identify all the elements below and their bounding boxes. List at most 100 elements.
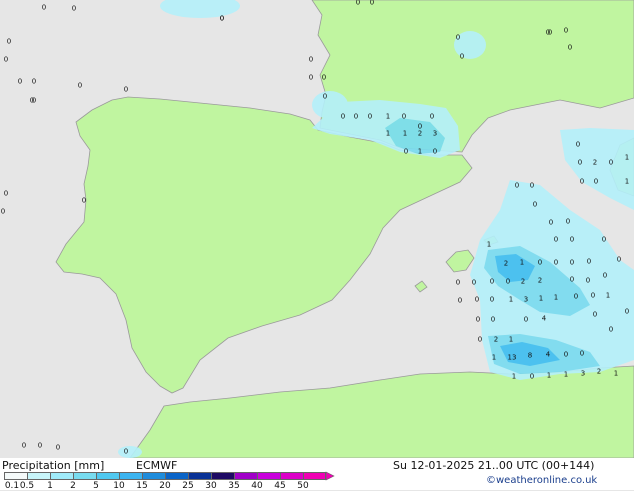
value-label: 0: [569, 258, 575, 267]
value-label: 0: [340, 112, 346, 121]
value-label: 1: [553, 293, 559, 302]
value-label: 0: [401, 112, 407, 121]
value-label: 0: [41, 3, 47, 12]
value-label: 2: [417, 129, 423, 138]
legend-swatch: [257, 472, 280, 480]
value-label: 0: [0, 207, 6, 216]
value-label: 0: [3, 55, 9, 64]
legend-swatch: [165, 472, 188, 480]
value-label: 0: [455, 33, 461, 42]
legend-color-bar: [4, 472, 326, 480]
value-label: 0: [579, 349, 585, 358]
value-label: 2: [493, 335, 499, 344]
value-label: 0: [475, 315, 481, 324]
value-label: 0: [3, 189, 9, 198]
value-label: 0: [586, 257, 592, 266]
value-label: 0: [429, 112, 435, 121]
legend-swatch: [73, 472, 96, 480]
value-label: 1: [538, 294, 544, 303]
precipitation-map: 0 0 0 0 0 0 0 0 0 0 0 0 0 0 0 0 0 0 0 0 …: [0, 0, 634, 458]
value-label: 0: [474, 295, 480, 304]
value-label: 8: [527, 351, 533, 360]
value-label: 0: [403, 147, 409, 156]
value-label: 0: [532, 200, 538, 209]
value-label: 0: [608, 158, 614, 167]
model-name: ECMWF: [136, 459, 178, 472]
value-label: 0: [489, 295, 495, 304]
value-label: 0: [577, 158, 583, 167]
value-label: 0: [308, 73, 314, 82]
value-label: 0: [590, 291, 596, 300]
value-label: 0: [569, 235, 575, 244]
legend-swatch: [280, 472, 303, 480]
value-label: 1: [508, 335, 514, 344]
value-label: 0: [355, 0, 361, 7]
value-label: 0: [459, 52, 465, 61]
value-label: 0: [585, 276, 591, 285]
value-label: 0: [592, 310, 598, 319]
value-label: 0: [567, 43, 573, 52]
value-label: 0: [602, 271, 608, 280]
legend-swatch: [188, 472, 211, 480]
value-label: 2: [503, 259, 509, 268]
value-label: 0: [523, 315, 529, 324]
value-label: 2: [592, 158, 598, 167]
value-label: 1: [385, 112, 391, 121]
value-label: 1: [508, 295, 514, 304]
value-label: 0: [608, 325, 614, 334]
value-label: 1: [519, 258, 525, 267]
value-label: 0: [432, 147, 438, 156]
value-label: 0: [477, 335, 483, 344]
value-label: 1: [624, 153, 630, 162]
value-label: 4: [545, 350, 551, 359]
value-label: 0: [322, 92, 328, 101]
value-label: 1: [486, 240, 492, 249]
value-label: 0: [6, 37, 12, 46]
value-label: 4: [541, 314, 547, 323]
value-label: 1: [402, 129, 408, 138]
value-label: 0: [321, 73, 327, 82]
value-label: 0: [31, 77, 37, 86]
legend-swatch: [119, 472, 142, 480]
legend-swatch: [4, 472, 27, 480]
value-label: 0: [77, 81, 83, 90]
legend-swatch: [211, 472, 234, 480]
value-label: 0: [514, 181, 520, 190]
value-label: 0: [601, 235, 607, 244]
value-label: 2: [596, 367, 602, 376]
value-label: 1: [605, 291, 611, 300]
map-title: Precipitation [mm]: [2, 459, 105, 472]
value-label: 0: [71, 4, 77, 13]
legend-swatch: [142, 472, 165, 480]
value-label: 0: [563, 26, 569, 35]
value-label: 0: [593, 177, 599, 186]
value-label: 0: [553, 235, 559, 244]
value-label: 0: [353, 112, 359, 121]
value-label: 0: [367, 112, 373, 121]
value-label: 1: [624, 177, 630, 186]
value-label: 1: [385, 129, 391, 138]
value-label: 0: [545, 28, 551, 37]
legend-swatch: [27, 472, 50, 480]
value-label: 3: [432, 129, 438, 138]
value-label: 0: [457, 296, 463, 305]
value-label: 0: [537, 258, 543, 267]
value-label: 0: [624, 307, 630, 316]
value-label: 0: [569, 275, 575, 284]
value-label: 0: [81, 196, 87, 205]
map-canvas: [0, 0, 634, 458]
value-label: 0: [471, 278, 477, 287]
value-label: 0: [579, 177, 585, 186]
value-label: 3: [523, 295, 529, 304]
value-label: 2: [537, 276, 543, 285]
value-label: 0: [573, 292, 579, 301]
value-label: 0: [369, 0, 375, 7]
value-label: 1: [491, 353, 497, 362]
value-label: 0: [529, 181, 535, 190]
value-label: 1: [546, 371, 552, 380]
value-label: 0: [616, 255, 622, 264]
value-label: 0: [37, 441, 43, 450]
value-label: 0: [575, 140, 581, 149]
valid-time: Su 12-01-2025 21..00 UTC (00+144): [393, 459, 595, 472]
value-label: 1: [563, 370, 569, 379]
